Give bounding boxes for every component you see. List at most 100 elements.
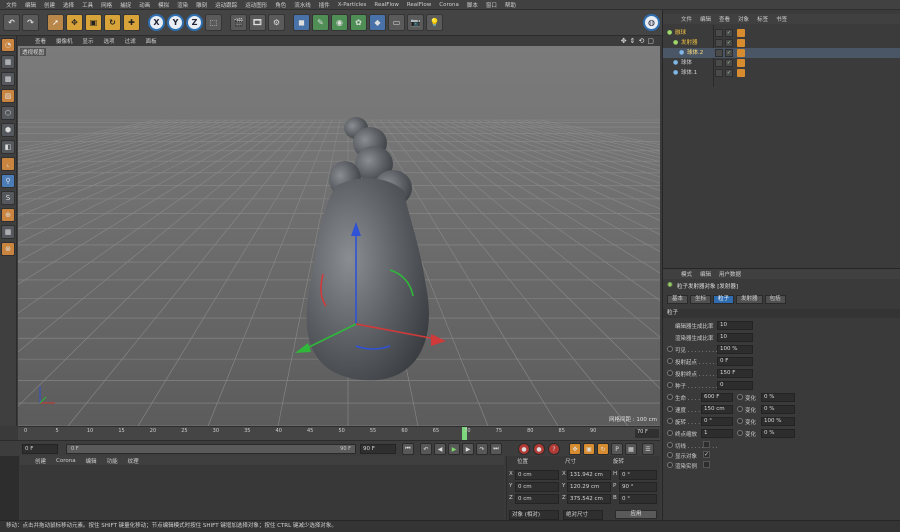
animate-radio[interactable]	[667, 442, 673, 448]
attribute-checkbox[interactable]	[703, 441, 710, 448]
menu-item[interactable]: 工具	[78, 1, 97, 9]
material-menu-item[interactable]: 创建	[30, 457, 51, 465]
object-tag-icon[interactable]	[737, 49, 745, 57]
make-editable-icon[interactable]: ◔	[1, 38, 15, 52]
enable-toggle[interactable]: ✓	[725, 29, 733, 37]
attribute-checkbox[interactable]: ✓	[703, 451, 710, 458]
object-menu-item[interactable]: 文件	[677, 15, 696, 23]
attribute-value-field[interactable]: 150 cm	[701, 405, 733, 414]
attribute-tab[interactable]: 基本	[667, 295, 689, 304]
variation-value-field[interactable]: 0 %	[761, 393, 795, 402]
attribute-checkbox[interactable]	[703, 461, 710, 468]
tweak-mode-icon[interactable]: ⚲	[1, 174, 15, 188]
keyframe-selection-button[interactable]: ?	[548, 443, 560, 455]
menu-item[interactable]: RealFlow	[370, 2, 402, 8]
move-tool-button[interactable]: ✥	[66, 14, 83, 31]
object-menu-item[interactable]: 标签	[753, 15, 772, 23]
animate-radio[interactable]	[667, 418, 673, 424]
menu-item[interactable]: 脚本	[463, 1, 482, 9]
attribute-value-field[interactable]: 0 F	[717, 357, 753, 366]
model-mode-icon[interactable]: ▦	[1, 55, 15, 69]
material-menu-item[interactable]: 功能	[102, 457, 123, 465]
subdivision-button[interactable]: ◉	[331, 14, 348, 31]
attribute-menu-item[interactable]: 编辑	[696, 270, 715, 278]
perspective-viewport[interactable]: 透视视图 网格间距 : 100 cm	[18, 46, 660, 426]
menu-item[interactable]: 网格	[97, 1, 116, 9]
object-row[interactable]: ● 融球 ✓	[663, 28, 900, 38]
variation-value-field[interactable]: 100 %	[761, 417, 795, 426]
edges-mode-icon[interactable]: ⬢	[1, 123, 15, 137]
start-frame-field[interactable]: 0 F	[22, 444, 58, 454]
scale-key-button[interactable]: ▣	[583, 443, 595, 455]
object-tag-icon[interactable]	[737, 69, 745, 77]
attribute-value-field[interactable]: 100 %	[717, 345, 753, 354]
menu-item[interactable]: 创建	[40, 1, 59, 9]
scale-tool-button[interactable]: ▣	[85, 14, 102, 31]
object-tag-icon[interactable]	[737, 59, 745, 67]
redo-button[interactable]: ↷	[22, 14, 39, 31]
attribute-value-field[interactable]: 10	[717, 321, 753, 330]
attribute-tab[interactable]: 粒子	[713, 295, 735, 304]
menu-item[interactable]: 帮助	[501, 1, 520, 9]
coord-rotation-field[interactable]: 0 °	[619, 470, 657, 480]
enable-toggle[interactable]: ✓	[725, 69, 733, 77]
attribute-tab[interactable]: 包括	[764, 295, 786, 304]
enable-toggle[interactable]: ✓	[725, 39, 733, 47]
attribute-value-field[interactable]: 600 F	[701, 393, 733, 402]
attribute-tab[interactable]: 发射器	[736, 295, 763, 304]
coordinate-system-button[interactable]: ⬚	[205, 14, 222, 31]
object-menu-item[interactable]: 对象	[734, 15, 753, 23]
variation-value-field[interactable]: 0 %	[761, 405, 795, 414]
coord-position-field[interactable]: 0 cm	[515, 494, 559, 504]
object-menu-item[interactable]: 查看	[715, 15, 734, 23]
attribute-value-field[interactable]: 10	[717, 333, 753, 342]
timeline-menu-button[interactable]: ☰	[642, 443, 654, 455]
play-button[interactable]: ▶	[448, 443, 460, 455]
rotation-key-button[interactable]: ↻	[597, 443, 609, 455]
light-button[interactable]: 💡	[426, 14, 443, 31]
coord-size-mode-select[interactable]: 绝对尺寸	[563, 510, 603, 520]
menu-item[interactable]: 编辑	[21, 1, 40, 9]
y-axis-button[interactable]: Y	[167, 14, 184, 31]
pen-button[interactable]: ✎	[312, 14, 329, 31]
axis-mode-icon[interactable]: ⌞	[1, 157, 15, 171]
object-tag-icon[interactable]	[737, 39, 745, 47]
coord-rotation-field[interactable]: 90 °	[619, 482, 657, 492]
material-menu-item[interactable]: 编辑	[81, 457, 102, 465]
camera-button[interactable]: 📷	[407, 14, 424, 31]
coord-size-field[interactable]: 131.942 cm	[567, 470, 611, 480]
orbit-icon[interactable]: ⟲	[639, 37, 645, 45]
select-tool-button[interactable]: ➚	[47, 14, 64, 31]
maximize-icon[interactable]: ▢	[647, 37, 654, 45]
coord-position-field[interactable]: 0 cm	[515, 470, 559, 480]
current-frame-field[interactable]: 70 F	[635, 429, 659, 438]
animate-radio[interactable]	[737, 418, 743, 424]
render-settings-button[interactable]: ⚙	[268, 14, 285, 31]
coord-rotation-field[interactable]: 0 °	[619, 494, 657, 504]
visibility-toggle[interactable]	[715, 69, 723, 77]
previous-frame-button[interactable]: ◀	[434, 443, 446, 455]
rotate-tool-button[interactable]: ↻	[104, 14, 121, 31]
position-key-button[interactable]: ✥	[569, 443, 581, 455]
menu-item[interactable]: RealFlow	[403, 2, 435, 8]
attribute-value-field[interactable]: 0 °	[701, 417, 733, 426]
viewport-menu-item[interactable]: 查看	[30, 37, 51, 45]
material-menu-item[interactable]: 纹理	[123, 457, 144, 465]
render-picture-viewer-button[interactable]: 🎞	[249, 14, 266, 31]
pan-icon[interactable]: ✥	[621, 37, 627, 45]
x-axis-button[interactable]: X	[148, 14, 165, 31]
enable-toggle[interactable]: ✓	[725, 59, 733, 67]
variation-value-field[interactable]: 0 %	[761, 429, 795, 438]
menu-item[interactable]: 渲染	[173, 1, 192, 9]
viewport-menu-item[interactable]: 摄像机	[51, 37, 78, 45]
visibility-toggle[interactable]	[715, 49, 723, 57]
end-frame-field[interactable]: 90 F	[360, 444, 396, 454]
visibility-toggle[interactable]	[715, 59, 723, 67]
animate-radio[interactable]	[667, 394, 673, 400]
animate-radio[interactable]	[667, 358, 673, 364]
autokey-button[interactable]: ●	[533, 443, 545, 455]
recent-tool-button[interactable]: ✚	[123, 14, 140, 31]
viewport-menu-item[interactable]: 过滤	[120, 37, 141, 45]
texture-mode-icon[interactable]: ▩	[1, 72, 15, 86]
record-button[interactable]: ●	[518, 443, 530, 455]
